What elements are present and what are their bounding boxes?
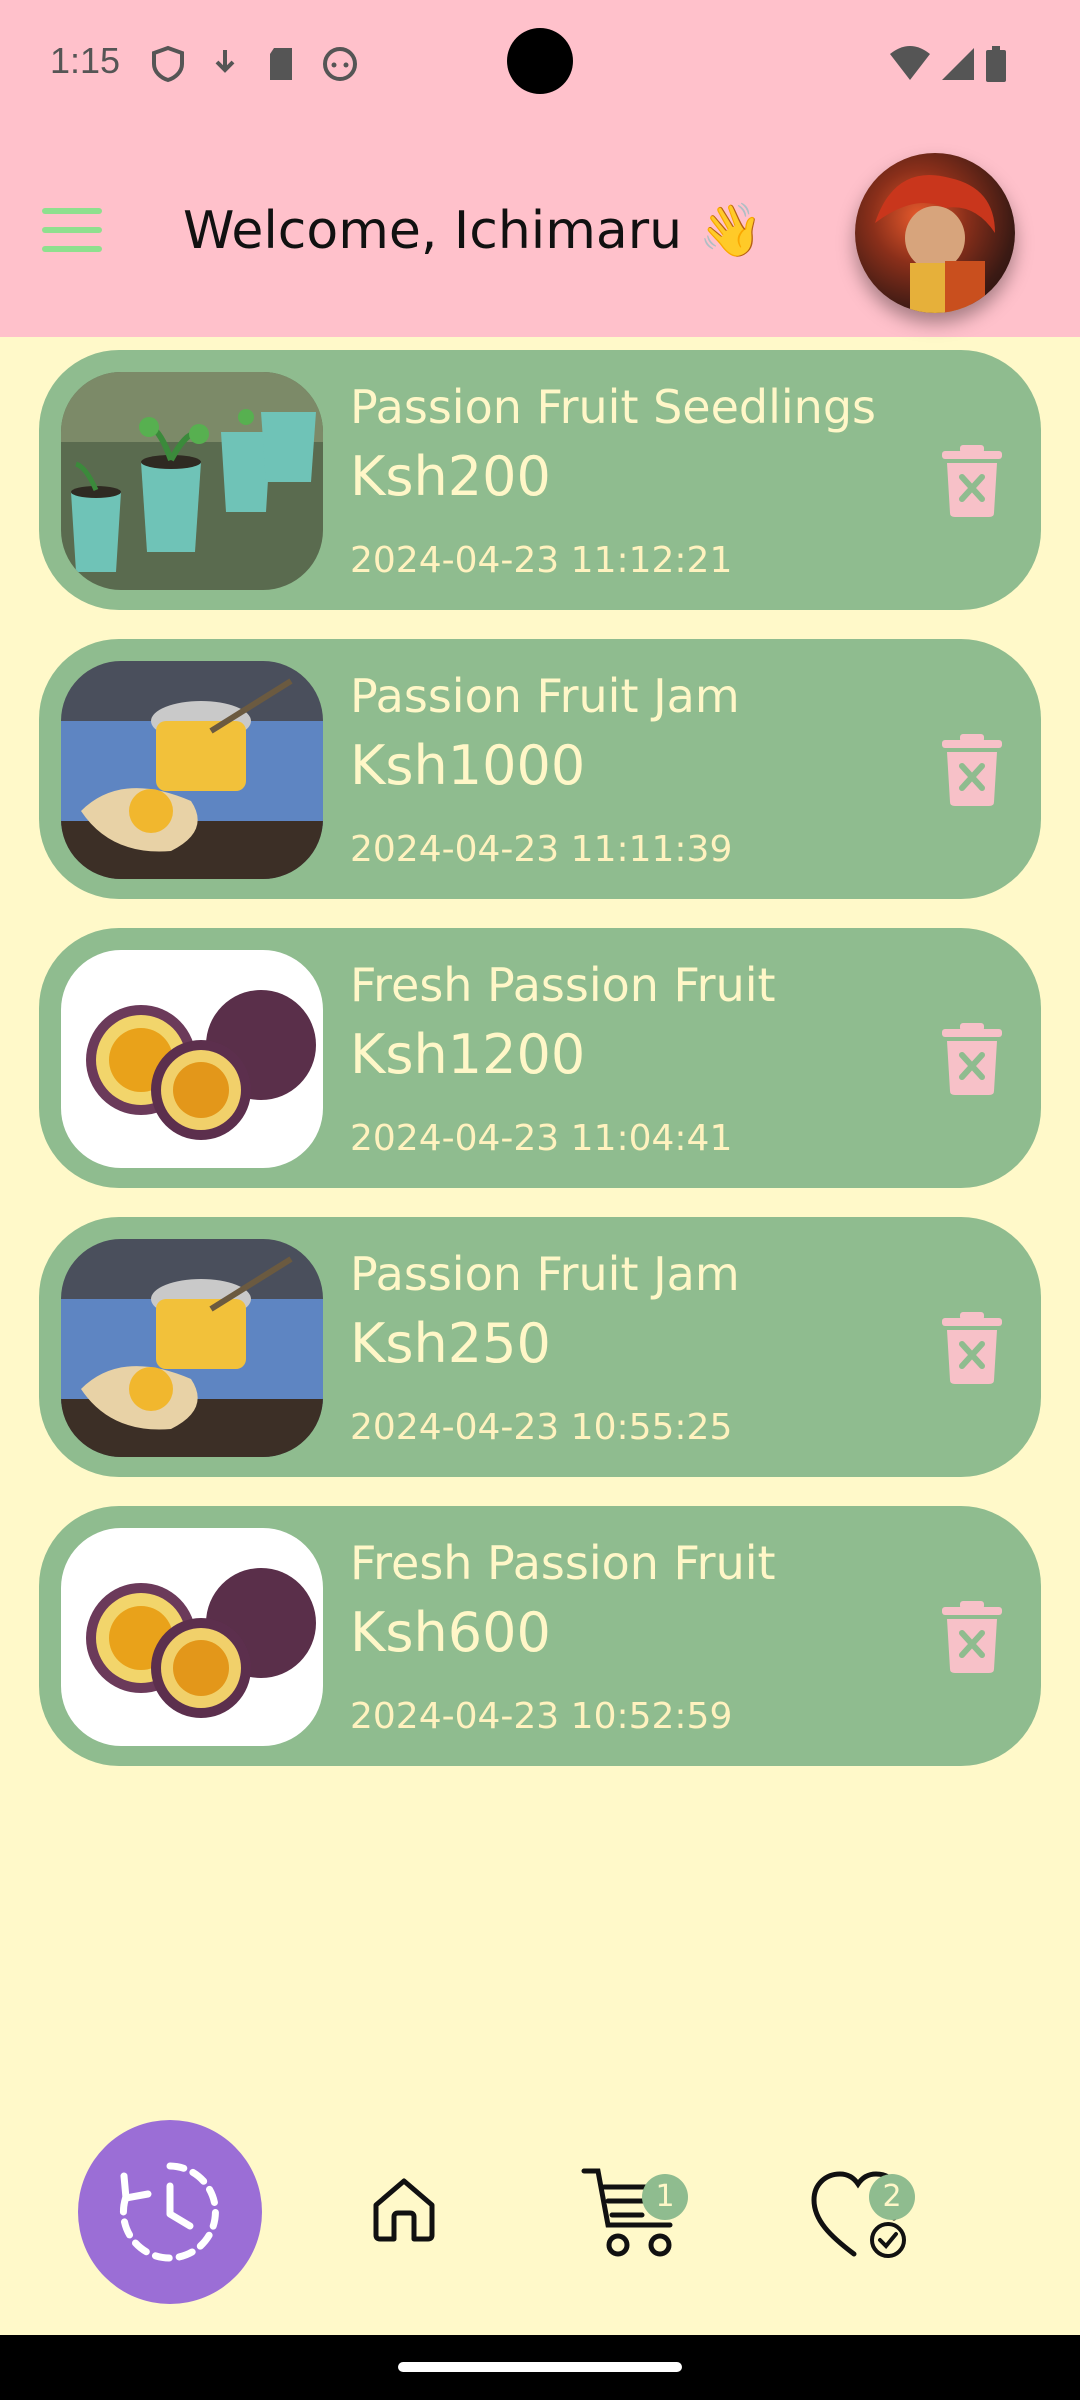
delete-icon[interactable] (942, 445, 1002, 517)
product-title: Fresh Passion Fruit (350, 958, 776, 1012)
home-gesture-handle[interactable] (398, 2362, 682, 2372)
hamburger-menu-icon[interactable] (42, 208, 102, 256)
product-image (61, 1239, 323, 1457)
status-time: 1:15 (50, 40, 121, 81)
delete-icon[interactable] (942, 1023, 1002, 1095)
app-header: 1:15 Welcome, Ichimaru 👋 (0, 0, 1080, 337)
product-price: Ksh600 (350, 1601, 551, 1664)
history-button[interactable] (78, 2120, 262, 2304)
order-date: 2024-04-23 11:12:21 (350, 540, 733, 581)
battery-icon (986, 46, 1006, 82)
order-card[interactable]: Fresh Passion Fruit Ksh1200 2024-04-23 1… (39, 928, 1041, 1188)
product-image (61, 1528, 323, 1746)
status-bar: 1:15 (0, 0, 1080, 130)
home-icon[interactable] (370, 2175, 438, 2243)
face-icon (323, 47, 357, 81)
welcome-text: Welcome, Ichimaru 👋 (183, 201, 764, 261)
profile-avatar[interactable] (855, 153, 1015, 313)
product-title: Passion Fruit Jam (350, 1247, 740, 1301)
product-price: Ksh200 (350, 445, 551, 508)
avatar-image (875, 175, 995, 313)
order-card[interactable]: Passion Fruit Jam Ksh1000 2024-04-23 11:… (39, 639, 1041, 899)
wishlist-badge: 2 (869, 2174, 915, 2220)
delete-icon[interactable] (942, 1312, 1002, 1384)
product-price: Ksh1200 (350, 1023, 586, 1086)
product-title: Fresh Passion Fruit (350, 1536, 776, 1590)
product-price: Ksh250 (350, 1312, 551, 1375)
camera-cutout (507, 28, 573, 94)
delete-icon[interactable] (942, 734, 1002, 806)
wifi-icon (890, 46, 930, 80)
product-title: Passion Fruit Jam (350, 669, 740, 723)
order-date: 2024-04-23 10:55:25 (350, 1407, 733, 1448)
order-date: 2024-04-23 11:04:41 (350, 1118, 733, 1159)
product-title: Passion Fruit Seedlings (350, 380, 876, 434)
sd-card-icon (270, 48, 292, 80)
order-card[interactable]: Fresh Passion Fruit Ksh600 2024-04-23 10… (39, 1506, 1041, 1766)
signal-icon (942, 48, 974, 80)
product-image (61, 661, 323, 879)
download-icon (215, 50, 235, 73)
order-date: 2024-04-23 10:52:59 (350, 1696, 733, 1737)
product-image (61, 950, 323, 1168)
order-card[interactable]: Passion Fruit Seedlings Ksh200 2024-04-2… (39, 350, 1041, 610)
order-date: 2024-04-23 11:11:39 (350, 829, 733, 870)
vpn-icon (152, 45, 184, 83)
cart-badge: 1 (642, 2174, 688, 2220)
product-price: Ksh1000 (350, 734, 586, 797)
history-icon (119, 2162, 219, 2262)
product-image (61, 372, 323, 590)
order-card[interactable]: Passion Fruit Jam Ksh250 2024-04-23 10:5… (39, 1217, 1041, 1477)
delete-icon[interactable] (942, 1601, 1002, 1673)
